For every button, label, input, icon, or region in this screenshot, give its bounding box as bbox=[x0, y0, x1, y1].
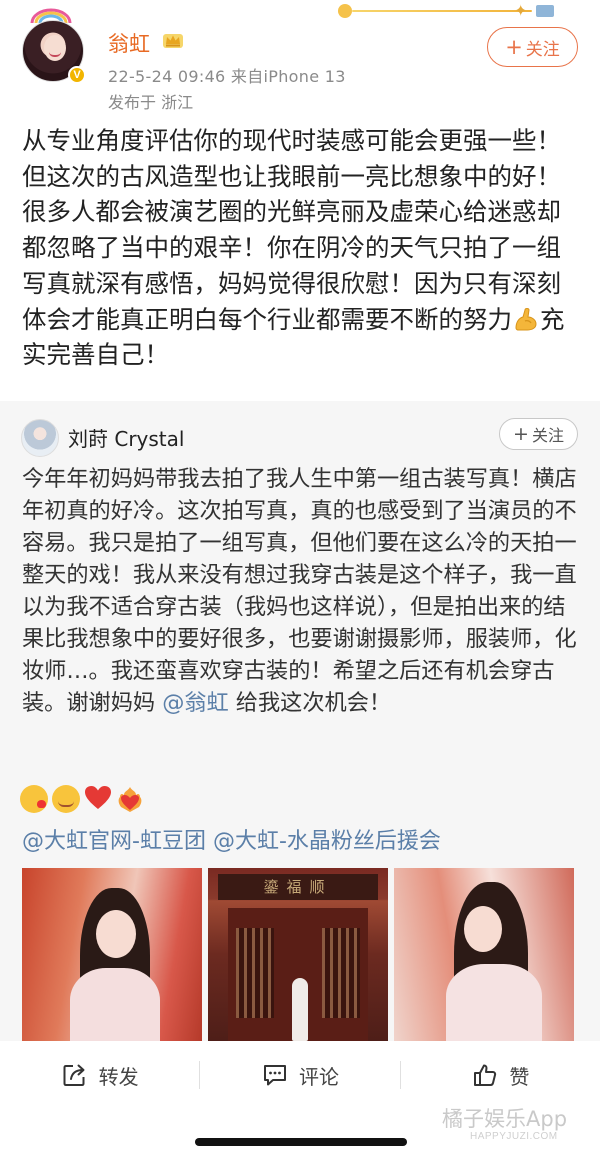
quoted-text: 今年年初妈妈带我去拍了我人生中第一组古装写真！横店年初真的好冷。这次拍写真，真的… bbox=[22, 463, 582, 719]
red-heart-icon bbox=[85, 786, 111, 809]
banner-decoration: ✦ bbox=[338, 1, 558, 20]
quoted-author-name[interactable]: 刘莳 Crystal bbox=[68, 423, 184, 452]
thumbs-up-icon bbox=[474, 1064, 497, 1086]
tag-link[interactable]: @大虹官网-虹豆团 bbox=[22, 829, 206, 854]
photo-thumbnail[interactable] bbox=[22, 868, 202, 1041]
post-text-main: 从专业角度评估你的现代时装感可能会更强一些！但这次的古风造型也让我眼前一亮比想象… bbox=[22, 126, 561, 334]
quoted-text-main: 今年年初妈妈带我去拍了我人生中第一组古装写真！横店年初真的好冷。这次拍写真，真的… bbox=[22, 466, 577, 716]
emoji-row bbox=[20, 785, 144, 817]
photo-robe bbox=[446, 964, 542, 1041]
flag-icon bbox=[536, 5, 554, 17]
quoted-post[interactable]: 刘莳 Crystal + 关注 今年年初妈妈带我去拍了我人生中第一组古装写真！横… bbox=[0, 401, 600, 1041]
photo-face bbox=[464, 906, 502, 952]
post-text: 从专业角度评估你的现代时装感可能会更强一些！但这次的古风造型也让我眼前一亮比想象… bbox=[22, 123, 584, 373]
photo-thumbnail[interactable]: 鎏福顺 bbox=[208, 868, 388, 1041]
comment-label: 评论 bbox=[298, 1064, 339, 1089]
photo-thumbnail[interactable] bbox=[394, 868, 574, 1041]
smiling-face-with-hearts-icon bbox=[52, 785, 80, 813]
post-header: ✦ V 翁虹 22-5-24 09:46 来自iPhone 13 发布于 浙江 … bbox=[0, 0, 600, 118]
avatar-face bbox=[44, 35, 66, 61]
photo-door-panel bbox=[236, 928, 274, 1018]
star-icon: ✦ bbox=[514, 1, 528, 20]
photo-grid: 鎏福顺 bbox=[22, 868, 578, 1041]
verified-badge-icon: V bbox=[68, 66, 86, 84]
photo-face bbox=[96, 910, 136, 958]
watermark-sub: HAPPYJUZI.COM bbox=[470, 1131, 558, 1142]
like-label: 赞 bbox=[509, 1064, 530, 1089]
home-indicator[interactable] bbox=[195, 1138, 407, 1146]
heart-on-fire-icon bbox=[118, 787, 142, 812]
follow-label: 关注 bbox=[525, 39, 560, 60]
post-location: 发布于 浙江 bbox=[108, 93, 194, 112]
sun-icon bbox=[338, 4, 352, 18]
tag-link[interactable]: @大虹-水晶粉丝后援会 bbox=[213, 829, 441, 854]
photo-robe bbox=[70, 968, 160, 1041]
banner-line bbox=[352, 10, 532, 12]
tags-row: @大虹官网-虹豆团 @大虹-水晶粉丝后援会 bbox=[22, 823, 441, 855]
share-icon bbox=[63, 1064, 85, 1086]
like-button[interactable]: 赞 bbox=[401, 1041, 600, 1109]
follow-label: 关注 bbox=[531, 426, 564, 445]
flexed-biceps-icon bbox=[515, 307, 537, 331]
plus-icon: + bbox=[513, 422, 529, 445]
comment-button[interactable]: 评论 bbox=[200, 1041, 399, 1109]
quoted-follow-button[interactable]: + 关注 bbox=[499, 418, 578, 450]
watermark: 橘子娱乐App bbox=[442, 1107, 568, 1131]
photo-sign: 鎏福顺 bbox=[218, 874, 378, 900]
plus-icon: + bbox=[505, 34, 523, 59]
quoted-author-avatar[interactable] bbox=[21, 419, 59, 457]
post-time-source: 22-5-24 09:46 来自iPhone 13 bbox=[108, 67, 346, 86]
action-bar: 转发 评论 赞 bbox=[0, 1041, 600, 1109]
photo-figure bbox=[292, 978, 308, 1041]
author-name[interactable]: 翁虹 bbox=[108, 28, 150, 58]
photo-door-panel bbox=[322, 928, 360, 1018]
kissing-face-icon bbox=[20, 785, 48, 813]
repost-button[interactable]: 转发 bbox=[0, 1041, 199, 1109]
follow-button[interactable]: + 关注 bbox=[487, 27, 578, 67]
author-avatar[interactable]: V bbox=[20, 8, 90, 88]
comment-icon bbox=[263, 1065, 286, 1086]
repost-label: 转发 bbox=[98, 1064, 139, 1089]
crown-badge-icon bbox=[163, 34, 183, 48]
quoted-text-end: 给我这次机会！ bbox=[228, 690, 392, 716]
mention-link[interactable]: @翁虹 bbox=[162, 690, 229, 716]
